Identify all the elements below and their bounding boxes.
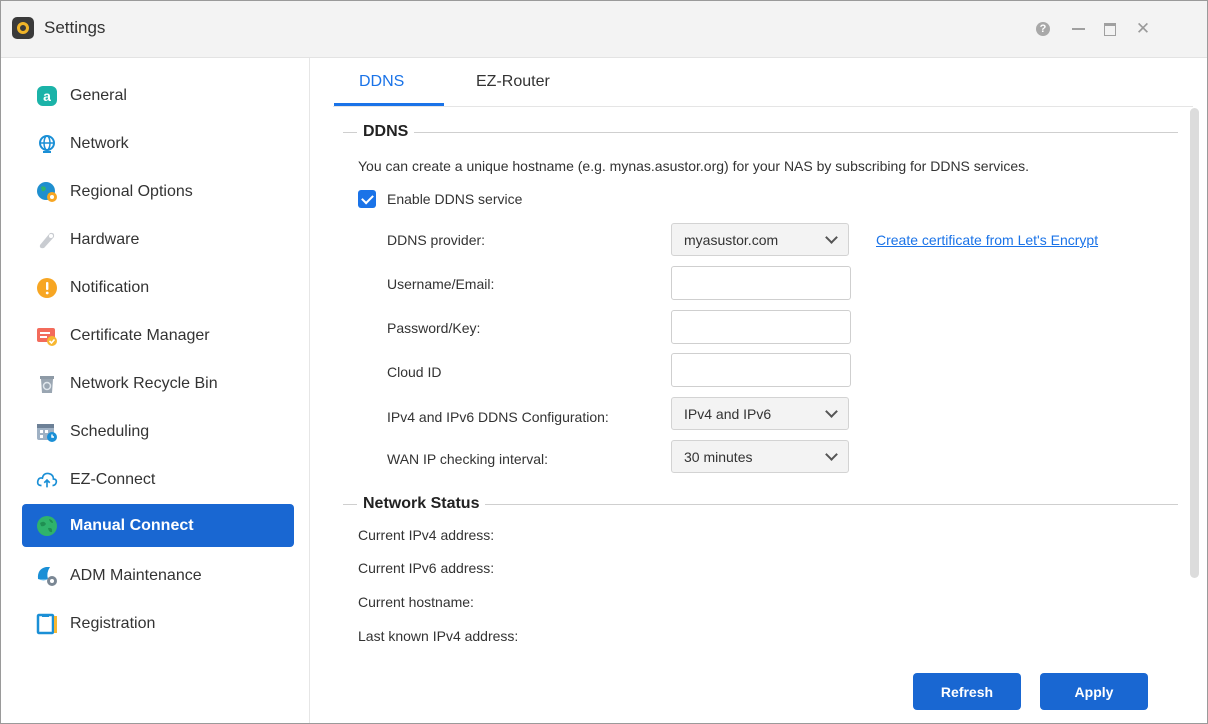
sidebar-item-label: Manual Connect <box>70 516 194 534</box>
ddns-section-title: DDNS <box>357 123 415 141</box>
svg-text:a: a <box>43 88 51 104</box>
maintenance-icon <box>36 565 58 587</box>
notification-icon <box>36 277 58 299</box>
close-icon[interactable]: ✕ <box>1134 19 1152 38</box>
settings-window: Settings ? ✕ a General Network Regional … <box>0 0 1208 724</box>
sidebar-item-notification[interactable]: Notification <box>22 266 294 309</box>
manual-connect-icon <box>36 515 58 537</box>
sidebar-item-manual-connect[interactable]: Manual Connect <box>22 504 294 547</box>
tab-bar: DDNS EZ-Router <box>333 58 1193 107</box>
sidebar-item-label: General <box>70 86 127 104</box>
tab-ddns[interactable]: DDNS <box>359 73 404 91</box>
chevron-down-icon <box>825 405 838 418</box>
sidebar-item-certificate-manager[interactable]: Certificate Manager <box>22 314 294 357</box>
hardware-icon <box>36 229 58 251</box>
title-bar: Settings ? ✕ <box>1 1 1207 58</box>
sidebar-item-ez-connect[interactable]: EZ-Connect <box>22 458 294 501</box>
sidebar-item-label: ADM Maintenance <box>70 566 202 584</box>
sidebar-item-label: Scheduling <box>70 422 150 440</box>
ddns-section-divider <box>343 132 1178 133</box>
window-title: Settings <box>44 18 106 37</box>
sidebar-item-network[interactable]: Network <box>22 122 294 165</box>
sidebar-item-label: Registration <box>70 614 156 632</box>
cloud-icon <box>36 469 58 491</box>
certificate-icon <box>36 325 58 347</box>
ddns-provider-value: myasustor.com <box>684 231 779 248</box>
sidebar-item-adm-maintenance[interactable]: ADM Maintenance <box>22 554 294 597</box>
current-hostname-label: Current hostname: <box>358 594 474 610</box>
password-label: Password/Key: <box>387 320 481 336</box>
sidebar-item-regional-options[interactable]: Regional Options <box>22 170 294 213</box>
wan-interval-label: WAN IP checking interval: <box>387 451 549 467</box>
password-field[interactable] <box>671 310 851 344</box>
ddns-provider-select[interactable]: myasustor.com <box>671 223 849 256</box>
minimize-icon[interactable] <box>1069 20 1087 38</box>
maximize-icon[interactable] <box>1101 20 1119 38</box>
chevron-down-icon <box>825 231 838 244</box>
cloud-id-label: Cloud ID <box>387 364 442 380</box>
current-ipv6-label: Current IPv6 address: <box>358 560 495 576</box>
sidebar-item-general[interactable]: a General <box>22 74 294 117</box>
refresh-button[interactable]: Refresh <box>913 673 1021 710</box>
chevron-down-icon <box>825 448 838 461</box>
regional-icon <box>36 181 58 203</box>
sidebar-item-network-recycle-bin[interactable]: Network Recycle Bin <box>22 362 294 405</box>
sidebar-item-label: Certificate Manager <box>70 326 210 344</box>
ddns-description: You can create a unique hostname (e.g. m… <box>358 158 1030 174</box>
apply-button[interactable]: Apply <box>1040 673 1148 710</box>
network-status-title: Network Status <box>357 495 486 513</box>
sidebar-item-label: Regional Options <box>70 182 193 200</box>
ip-config-value: IPv4 and IPv6 <box>684 405 772 422</box>
ip-config-select[interactable]: IPv4 and IPv6 <box>671 397 849 430</box>
current-ipv4-label: Current IPv4 address: <box>358 527 495 543</box>
ip-config-label: IPv4 and IPv6 DDNS Configuration: <box>387 409 609 425</box>
username-label: Username/Email: <box>387 276 495 292</box>
recycle-bin-icon <box>36 373 58 395</box>
enable-ddns-checkbox[interactable] <box>358 190 376 208</box>
calendar-icon <box>36 421 58 443</box>
wan-interval-value: 30 minutes <box>684 448 753 465</box>
sidebar-item-label: Hardware <box>70 230 140 248</box>
sidebar-item-registration[interactable]: Registration <box>22 602 294 645</box>
active-tab-indicator <box>334 103 444 106</box>
sidebar-item-label: Network <box>70 134 129 152</box>
registration-icon <box>36 613 58 635</box>
general-icon: a <box>36 85 58 107</box>
globe-icon <box>36 133 58 155</box>
cloud-id-field[interactable] <box>671 353 851 387</box>
sidebar-item-label: Network Recycle Bin <box>70 374 218 392</box>
last-known-ipv4-label: Last known IPv4 address: <box>358 628 519 644</box>
settings-app-icon <box>12 17 34 39</box>
sidebar-item-hardware[interactable]: Hardware <box>22 218 294 261</box>
ddns-provider-label: DDNS provider: <box>387 232 486 248</box>
tab-ez-router[interactable]: EZ-Router <box>476 73 550 91</box>
create-certificate-link[interactable]: Create certificate from Let's Encrypt <box>876 232 1098 248</box>
sidebar-item-label: EZ-Connect <box>70 470 156 488</box>
sidebar: a General Network Regional Options Hardw… <box>11 58 310 723</box>
username-field[interactable] <box>671 266 851 300</box>
scrollbar[interactable] <box>1190 108 1199 578</box>
sidebar-item-label: Notification <box>70 278 150 296</box>
help-icon[interactable]: ? <box>1034 20 1052 38</box>
enable-ddns-label: Enable DDNS service <box>387 191 523 207</box>
wan-interval-select[interactable]: 30 minutes <box>671 440 849 473</box>
sidebar-item-scheduling[interactable]: Scheduling <box>22 410 294 453</box>
